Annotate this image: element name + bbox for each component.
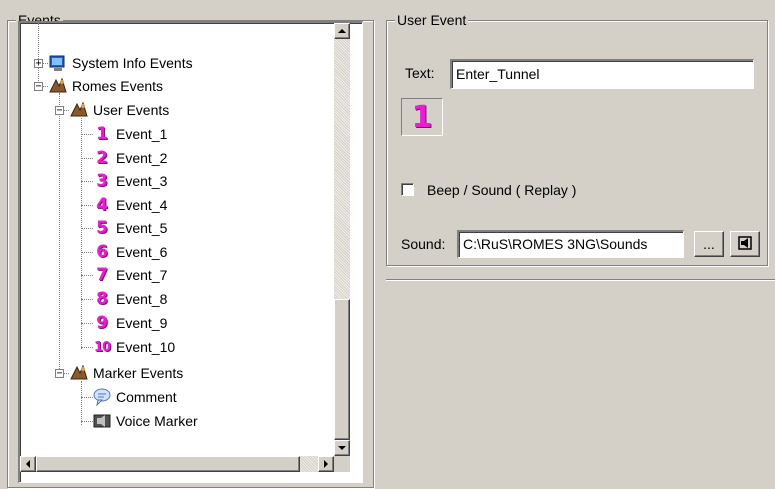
event-number-display: 1 — [401, 98, 443, 136]
tree-item-label: Event_8 — [116, 291, 168, 307]
marker-events-icon — [69, 363, 89, 383]
user-events-icon — [69, 100, 89, 120]
tree-horizontal-scrollbar[interactable] — [20, 456, 334, 472]
arrow-up-icon — [338, 29, 346, 33]
collapse-marker-events-button[interactable]: − — [55, 369, 64, 379]
romes-events-icon — [48, 76, 68, 96]
scrollbar-corner — [334, 456, 350, 472]
arrow-right-icon — [324, 460, 328, 468]
event-number-icon: 5 — [96, 218, 108, 238]
collapse-romes-events-button[interactable]: − — [34, 82, 43, 92]
horizontal-scroll-thumb[interactable] — [36, 456, 300, 472]
arrow-down-icon — [338, 446, 346, 450]
tree-item-event-4[interactable]: 4 Event_4 — [92, 194, 167, 216]
event-text-input[interactable]: Enter_Tunnel — [450, 59, 754, 89]
event-number-icon: 3 — [96, 171, 108, 191]
tree-line — [81, 118, 83, 349]
event-number-icon: 10 — [93, 339, 111, 355]
tree-item-event-2[interactable]: 2 Event_2 — [92, 147, 167, 169]
scroll-right-button[interactable] — [318, 456, 334, 472]
tree-item-label: Comment — [116, 389, 177, 405]
voice-marker-icon — [92, 411, 112, 431]
tree-item-label: Romes Events — [72, 78, 164, 94]
arrow-left-icon — [26, 460, 30, 468]
user-event-groupbox-title: User Event — [395, 12, 469, 28]
tree-item-label: Event_1 — [116, 126, 168, 142]
beep-sound-label[interactable]: Beep / Sound ( Replay ) — [427, 182, 576, 198]
tree-item-label: Event_10 — [116, 339, 176, 355]
tree-item-label: System Info Events — [72, 55, 193, 71]
event-number-icon: 7 — [96, 265, 108, 285]
browse-button[interactable]: ... — [694, 231, 724, 257]
collapse-user-events-button[interactable]: − — [55, 106, 64, 116]
tree-item-romes-events[interactable]: Romes Events — [48, 75, 163, 97]
vertical-scroll-thumb[interactable] — [334, 299, 350, 440]
tree-item-comment[interactable]: Comment — [92, 386, 177, 408]
divider — [386, 279, 775, 281]
tree-item-event-7[interactable]: 7 Event_7 — [92, 264, 167, 286]
tree-vertical-scrollbar[interactable] — [334, 23, 350, 456]
tree-item-label: Event_3 — [116, 173, 168, 189]
system-info-icon — [48, 53, 68, 73]
events-tree-viewport: + − − − System Info Events Romes Events … — [20, 23, 334, 456]
sound-label: Sound: — [401, 236, 446, 252]
event-number-icon: 1 — [96, 124, 108, 144]
tree-item-event-1[interactable]: 1 Event_1 — [92, 123, 167, 145]
tree-item-label: Event_6 — [116, 244, 168, 260]
events-tree[interactable]: + − − − System Info Events Romes Events … — [18, 21, 363, 483]
tree-line — [59, 93, 61, 373]
scroll-down-button[interactable] — [334, 440, 350, 456]
tree-item-label: Event_5 — [116, 220, 168, 236]
scroll-left-button[interactable] — [20, 456, 36, 472]
tree-item-marker-events[interactable]: Marker Events — [69, 362, 183, 384]
event-number-icon: 4 — [96, 195, 108, 215]
tree-item-system-info-events[interactable]: System Info Events — [48, 52, 193, 74]
beep-sound-checkbox[interactable] — [401, 183, 414, 196]
tree-item-event-5[interactable]: 5 Event_5 — [92, 217, 167, 239]
tree-item-label: Event_2 — [116, 150, 168, 166]
play-sound-button[interactable] — [730, 231, 760, 257]
tree-item-label: Event_7 — [116, 267, 168, 283]
tree-item-label: Marker Events — [93, 365, 184, 381]
expand-system-info-button[interactable]: + — [34, 59, 43, 69]
tree-line — [81, 381, 83, 425]
tree-item-voice-marker[interactable]: Voice Marker — [92, 410, 198, 432]
event-number-icon: 8 — [96, 289, 108, 309]
event-number-icon: 2 — [96, 148, 108, 168]
speaker-icon — [738, 235, 752, 253]
event-number-icon: 6 — [96, 242, 108, 262]
tree-item-label: User Events — [93, 102, 170, 118]
comment-icon — [92, 387, 112, 407]
tree-item-event-10[interactable]: 10 Event_10 — [92, 336, 175, 358]
tree-item-event-6[interactable]: 6 Event_6 — [92, 241, 167, 263]
tree-item-label: Event_4 — [116, 197, 168, 213]
tree-item-label: Event_9 — [116, 315, 168, 331]
tree-item-label: Voice Marker — [116, 413, 198, 429]
scroll-up-button[interactable] — [334, 23, 350, 39]
sound-path-input[interactable]: C:\RuS\ROMES 3NG\Sounds — [457, 230, 684, 258]
tree-item-event-9[interactable]: 9 Event_9 — [92, 312, 167, 334]
event-number-icon: 9 — [96, 313, 108, 333]
tree-item-event-8[interactable]: 8 Event_8 — [92, 288, 167, 310]
tree-item-event-3[interactable]: 3 Event_3 — [92, 170, 167, 192]
text-label: Text: — [405, 65, 435, 81]
tree-item-user-events[interactable]: User Events — [69, 99, 169, 121]
